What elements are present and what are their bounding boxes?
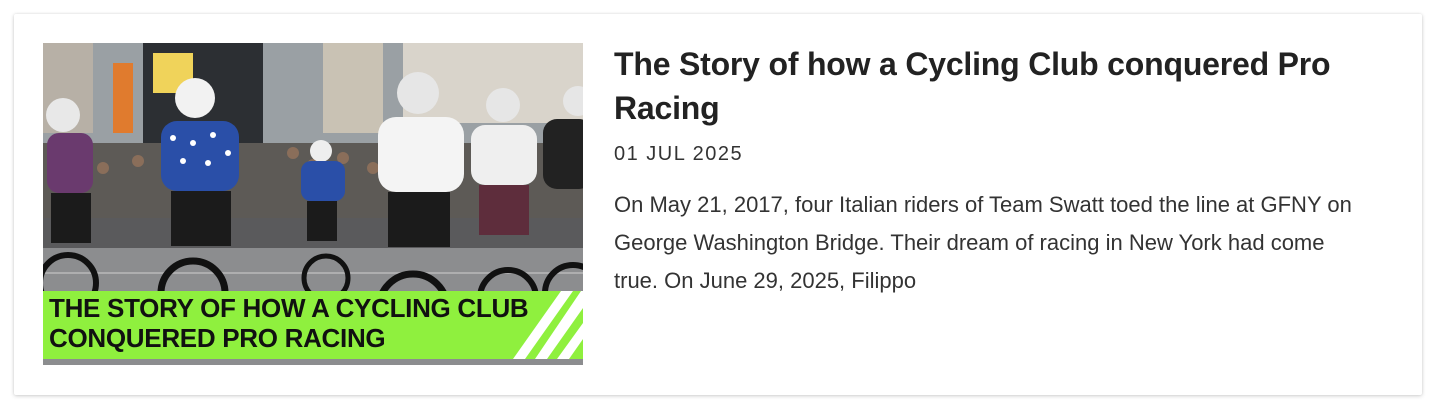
thumbnail-banner-text: THE STORY OF HOW A CYCLING CLUB CONQUERE… xyxy=(49,293,529,353)
article-date: 01 JUL 2025 xyxy=(614,143,744,165)
article-card[interactable]: THE STORY OF HOW A CYCLING CLUB CONQUERE… xyxy=(14,14,1422,395)
article-title[interactable]: The Story of how a Cycling Club conquere… xyxy=(614,42,1374,130)
article-content: The Story of how a Cycling Club conquere… xyxy=(614,42,1374,300)
article-thumbnail[interactable]: THE STORY OF HOW A CYCLING CLUB CONQUERE… xyxy=(43,43,583,365)
article-excerpt: On May 21, 2017, four Italian riders of … xyxy=(614,192,1352,293)
